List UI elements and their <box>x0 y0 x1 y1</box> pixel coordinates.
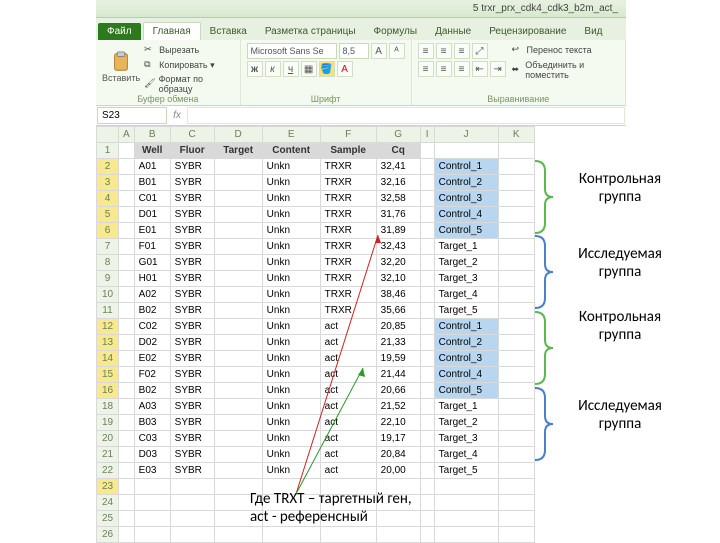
annotation-overlay <box>0 0 720 540</box>
